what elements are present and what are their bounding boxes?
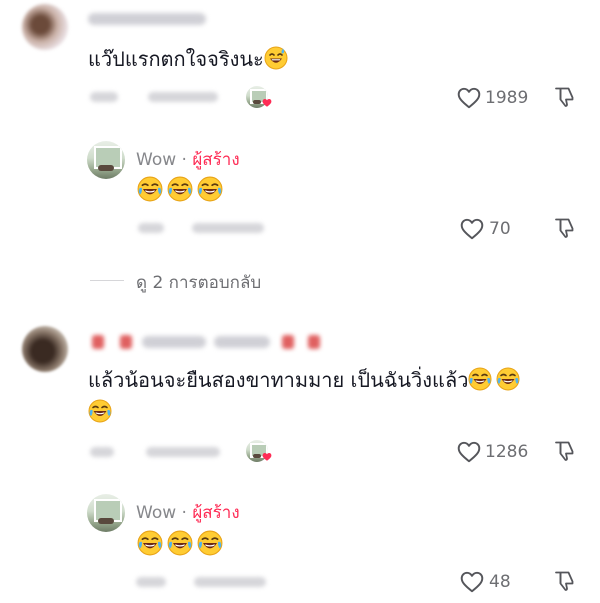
reply-link-blurred[interactable] (148, 92, 218, 102)
tears-of-joy-emoji (197, 176, 223, 202)
tears-of-joy-emoji (167, 176, 193, 202)
comment-text: แล้วน้อนจะยืนสองขาทามมาย เป็นฉันวิ่งแล้ว (88, 365, 524, 395)
like-count: 1286 (485, 442, 529, 462)
like-count: 48 (489, 572, 511, 592)
reply-emojis (137, 176, 227, 202)
like-heart-icon[interactable] (459, 569, 485, 595)
separator-dot: · (181, 150, 187, 170)
tears-of-joy-emoji (468, 367, 493, 391)
like-count: 70 (489, 219, 511, 239)
commenter-avatar[interactable] (22, 326, 68, 372)
tears-of-joy-emoji (137, 530, 163, 556)
view-replies-link[interactable]: ดู 2 การตอบกลับ (136, 269, 261, 296)
commenter-name-blurred (88, 13, 206, 25)
reply-meta-blurred (138, 223, 164, 233)
thumbs-down-icon[interactable] (552, 216, 576, 240)
tears-of-joy-emoji (496, 367, 521, 391)
comment-meta-blurred (90, 92, 118, 102)
like-heart-icon[interactable] (456, 439, 482, 465)
creator-liked-heart-icon (262, 99, 272, 107)
creator-badge: ผู้สร้าง (192, 150, 240, 170)
tears-of-joy-emoji (167, 530, 193, 556)
comment-text-label: แล้วน้อนจะยืนสองขาทามมาย เป็นฉันวิ่งแล้ว (88, 368, 469, 392)
creator-liked-heart-icon (262, 453, 272, 461)
creator-badge: ผู้สร้าง (192, 503, 240, 523)
creator-avatar[interactable] (87, 494, 125, 532)
creator-avatar[interactable] (87, 141, 125, 179)
reply-meta-blurred (136, 577, 166, 587)
commenter-avatar[interactable] (22, 4, 68, 50)
like-count: 1989 (485, 88, 529, 108)
reply-link-blurred[interactable] (146, 447, 220, 457)
reply-link-blurred[interactable] (194, 577, 266, 587)
like-heart-icon[interactable] (459, 216, 485, 242)
reply-author-name[interactable]: Wow (136, 503, 176, 523)
thumbs-down-icon[interactable] (552, 569, 576, 593)
comment-meta-blurred (90, 447, 114, 457)
grinning-sweat-emoji (263, 46, 288, 70)
thumbs-down-icon[interactable] (552, 85, 576, 109)
tears-of-joy-emoji (88, 399, 112, 423)
view-replies-divider (90, 280, 124, 281)
reply-author-line: Wow · ผู้สร้าง (136, 146, 240, 173)
separator-dot: · (181, 503, 187, 523)
reply-author-line: Wow · ผู้สร้าง (136, 499, 240, 526)
comment-text: แว๊ปแรกตกใจจริงนะ (88, 44, 292, 74)
comment-text-line2 (88, 399, 116, 423)
like-heart-icon[interactable] (456, 85, 482, 111)
tears-of-joy-emoji (137, 176, 163, 202)
reply-emojis (137, 530, 227, 556)
thumbs-down-icon[interactable] (552, 439, 576, 463)
reply-author-name[interactable]: Wow (136, 150, 176, 170)
comment-text-label: แว๊ปแรกตกใจจริงนะ (88, 47, 264, 71)
reply-link-blurred[interactable] (192, 223, 264, 233)
tears-of-joy-emoji (197, 530, 223, 556)
